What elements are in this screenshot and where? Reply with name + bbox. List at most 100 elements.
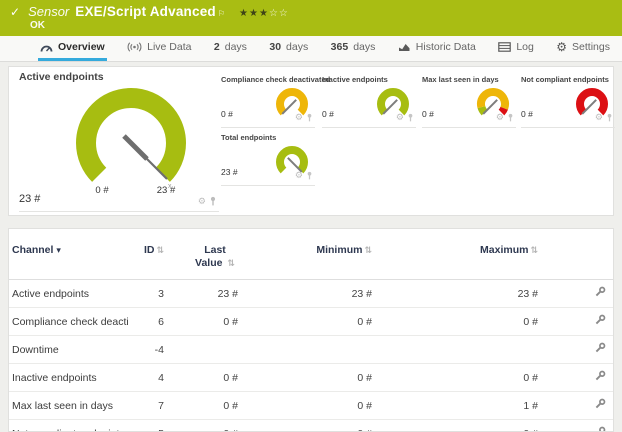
tab-30-days[interactable]: 30 days	[267, 36, 310, 61]
column-header-minimum[interactable]: Minimum⇅	[240, 229, 382, 280]
tab-settings[interactable]: ⚙ Settings	[554, 36, 612, 61]
stars-empty: ☆☆	[269, 8, 289, 19]
gauge-dial: x	[61, 81, 201, 199]
pin-icon[interactable]	[407, 113, 414, 122]
tab-label: Settings	[572, 41, 610, 53]
channel-id: -4	[129, 336, 166, 364]
minimum-value: 0 #	[240, 364, 382, 392]
last-value: 0 #	[166, 420, 240, 432]
pin-icon[interactable]	[306, 113, 313, 122]
channel-name: Inactive endpoints	[9, 364, 129, 392]
gauge-tile-active-endpoints[interactable]: Active endpoints x 0 # 23 # 23 # ⚙	[19, 71, 219, 212]
gauge-value: 0 #	[322, 109, 334, 119]
tab-365-days[interactable]: 365 days	[329, 36, 378, 61]
maximum-value	[382, 336, 544, 364]
channel-settings-gear-icon[interactable]: ⚙	[295, 113, 303, 122]
channels-table: Channel▾ ID⇅ Last Value ⇅ Minimum⇅ Maxim…	[9, 229, 614, 432]
table-row: Not compliant endpoints 5 0 # 0 # 0 #	[9, 420, 614, 432]
tab-label: Log	[516, 41, 534, 53]
tab-number: 30	[269, 41, 281, 53]
gauge-scale-min: 0 #	[87, 185, 117, 196]
last-value: 0 #	[166, 364, 240, 392]
channel-id: 6	[129, 308, 166, 336]
gauge-value: 23 #	[19, 193, 40, 205]
table-row: Max last seen in days 7 0 # 0 # 1 #	[9, 392, 614, 420]
tab-label: Historic Data	[416, 41, 476, 53]
pin-icon[interactable]	[209, 196, 217, 206]
sort-icon: ⇅	[364, 245, 372, 255]
priority-rating[interactable]: ★★★☆☆	[239, 8, 289, 19]
sort-icon: ⇅	[530, 245, 538, 255]
gauge-title: Total endpoints	[221, 133, 276, 142]
channel-edit-wrench-icon[interactable]	[594, 314, 606, 329]
last-value: 0 #	[166, 308, 240, 336]
gauge-value: 0 #	[521, 109, 533, 119]
gauge-tile-total-endpoints[interactable]: Total endpoints 23 # ⚙	[221, 133, 315, 186]
gauge-tile-max-last-seen-in-days[interactable]: Max last seen in days 0 # ⚙	[422, 75, 516, 128]
channel-settings-gear-icon[interactable]: ⚙	[198, 197, 206, 206]
channel-settings-gear-icon[interactable]: ⚙	[396, 113, 404, 122]
channels-table-panel: Channel▾ ID⇅ Last Value ⇅ Minimum⇅ Maxim…	[8, 228, 614, 432]
column-header-last-value[interactable]: Last Value ⇅	[166, 229, 240, 280]
log-table-icon	[498, 42, 511, 52]
maximum-value: 1 #	[382, 392, 544, 420]
pin-icon[interactable]	[606, 113, 613, 122]
tab-label: days	[353, 41, 375, 53]
tab-bar: Overview Live Data 2 days 30 days 365 da…	[0, 36, 622, 62]
gauge-tile-compliance-check-deactivated[interactable]: Compliance check deactivated 0 # ⚙	[221, 75, 315, 128]
gauge-tile-not-compliant-endpoints[interactable]: Not compliant endpoints 0 # ⚙	[521, 75, 615, 128]
channel-edit-wrench-icon[interactable]	[594, 342, 606, 357]
page-title: EXE/Script Advanced	[75, 4, 216, 19]
tab-label: Overview	[58, 41, 105, 53]
stars-filled: ★★★	[239, 8, 269, 19]
tab-number: 2	[214, 41, 220, 53]
channel-settings-gear-icon[interactable]: ⚙	[496, 113, 504, 122]
channel-edit-wrench-icon[interactable]	[594, 426, 606, 432]
gear-icon: ⚙	[556, 41, 567, 53]
channel-edit-wrench-icon[interactable]	[594, 370, 606, 385]
gauge-title: Max last seen in days	[422, 75, 499, 84]
gauge-value: 23 #	[221, 167, 238, 177]
tab-log[interactable]: Log	[496, 36, 536, 61]
tab-historic-data[interactable]: Historic Data	[396, 36, 478, 61]
pin-icon[interactable]	[306, 171, 313, 180]
gauge-tile-inactive-endpoints[interactable]: Inactive endpoints 0 # ⚙	[322, 75, 416, 128]
minimum-value: 0 #	[240, 308, 382, 336]
channel-settings-gear-icon[interactable]: ⚙	[295, 171, 303, 180]
minimum-value	[240, 336, 382, 364]
table-row: Compliance check deacti... 6 0 # 0 # 0 #	[9, 308, 614, 336]
status-badge: OK	[0, 20, 622, 31]
channel-id: 5	[129, 420, 166, 432]
area-chart-icon	[398, 42, 411, 52]
column-header-id[interactable]: ID⇅	[129, 229, 166, 280]
pin-icon[interactable]	[507, 113, 514, 122]
channel-name: Active endpoints	[9, 280, 129, 308]
gauge-title: Inactive endpoints	[322, 75, 388, 84]
channel-id: 7	[129, 392, 166, 420]
channel-edit-wrench-icon[interactable]	[594, 398, 606, 413]
tab-label: Live Data	[147, 41, 191, 53]
maximum-value: 0 #	[382, 364, 544, 392]
column-header-maximum[interactable]: Maximum⇅	[382, 229, 544, 280]
tab-number: 365	[331, 41, 349, 53]
column-header-channel[interactable]: Channel▾	[9, 229, 129, 280]
minimum-value: 0 #	[240, 392, 382, 420]
channel-edit-wrench-icon[interactable]	[594, 286, 606, 301]
table-header-row: Channel▾ ID⇅ Last Value ⇅ Minimum⇅ Maxim…	[9, 229, 614, 280]
sort-icon: ⇅	[156, 245, 164, 255]
flag-icon: ⚐	[218, 9, 225, 18]
tab-overview[interactable]: Overview	[38, 36, 107, 61]
gauge-value: 0 #	[422, 109, 434, 119]
tab-2-days[interactable]: 2 days	[212, 36, 249, 61]
tab-live-data[interactable]: Live Data	[125, 36, 193, 61]
gauge-icon	[40, 42, 53, 53]
broadcast-icon	[127, 42, 142, 52]
minimum-value: 0 #	[240, 420, 382, 432]
channel-settings-gear-icon[interactable]: ⚙	[595, 113, 603, 122]
channel-name: Not compliant endpoints	[9, 420, 129, 432]
table-row: Downtime -4	[9, 336, 614, 364]
minimum-value: 23 #	[240, 280, 382, 308]
tab-label: days	[286, 41, 308, 53]
table-row: Inactive endpoints 4 0 # 0 # 0 #	[9, 364, 614, 392]
object-type-label: Sensor	[28, 4, 69, 19]
